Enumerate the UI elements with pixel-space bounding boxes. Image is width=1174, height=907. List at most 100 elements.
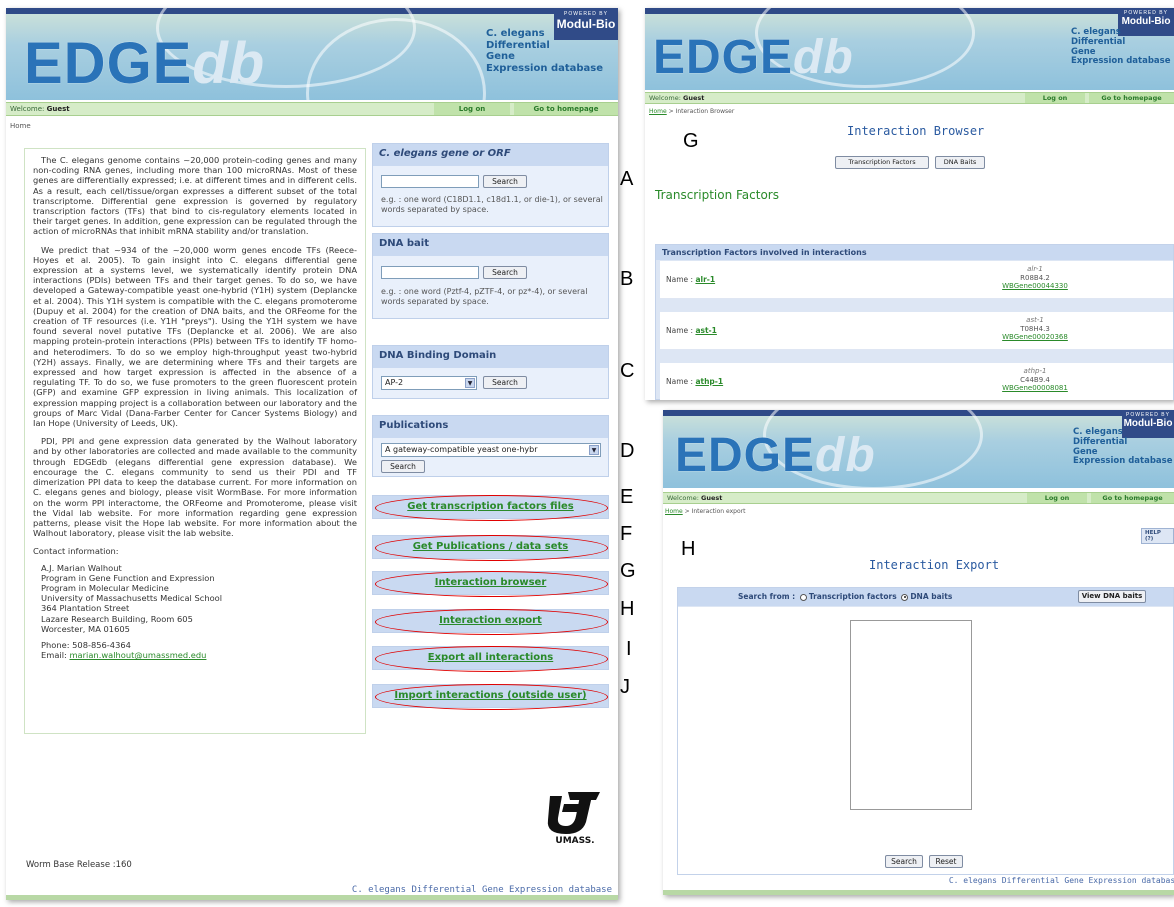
log-on-link[interactable]: Log on	[1025, 93, 1085, 103]
page-title: Interaction Export	[869, 558, 1000, 572]
table-row: Name : athp-1 athp-1 C44B9.4 WBGene00008…	[660, 363, 1173, 400]
publications-title: Publications	[373, 416, 608, 438]
dna-baits-button[interactable]: DNA Baits	[935, 156, 985, 169]
footer-line	[6, 895, 618, 900]
contact-title: Contact information:	[33, 546, 119, 557]
tagline-line4: Expression database	[486, 62, 604, 74]
label-f: F	[620, 523, 633, 545]
transcription-factors-button[interactable]: Transcription Factors	[835, 156, 929, 169]
logo-db-text: db	[192, 31, 266, 96]
footer-line	[663, 890, 1174, 895]
section-title: Transcription Factors	[655, 188, 779, 202]
logo-db-text: db	[793, 31, 854, 84]
header-banner: EDGEdb POWERED BY Modul-Bio C. elegans D…	[645, 8, 1174, 90]
contact-phone: Phone: 508-856-4364	[41, 639, 131, 650]
table-row: Name : alr-1 alr-1 R08B4.2 WBGene0004433…	[660, 261, 1173, 299]
edgedb-logo: EDGEdb	[653, 30, 854, 85]
interaction-browser-button[interactable]: Interaction browser	[372, 571, 609, 597]
publications-box: Publications A gateway-compatible yeast …	[372, 415, 609, 477]
welcome-label: Welcome: Guest	[10, 105, 70, 113]
gene-search-box: C. elegans gene or ORF Search e.g. : one…	[372, 143, 609, 227]
welcome-label: Welcome: Guest	[649, 94, 705, 102]
interaction-browser-panel: EDGEdb POWERED BY Modul-Bio C. elegans D…	[645, 8, 1174, 400]
umass-label: UMASS.	[555, 836, 595, 846]
wbgene-link[interactable]: WBGene00020368	[980, 333, 1090, 342]
gene-search-button[interactable]: Search	[483, 175, 527, 188]
welcome-bar: Welcome: Guest Log on Go to homepage	[645, 92, 1174, 104]
header-tagline: C. elegans Differential Gene Expression …	[1071, 27, 1171, 67]
logo-edge-text: EDGE	[24, 31, 193, 96]
email-link[interactable]: marian.walhout@umassmed.edu	[69, 650, 206, 660]
tf-name-link[interactable]: ast-1	[695, 326, 716, 335]
search-button[interactable]: Search	[885, 855, 923, 868]
interaction-export-button[interactable]: Interaction export	[372, 609, 609, 635]
publications-select[interactable]: A gateway-compatible yeast one-hybr ▼	[381, 443, 601, 457]
tf-name-link[interactable]: alr-1	[695, 275, 715, 284]
search-column: C. elegans gene or ORF Search e.g. : one…	[372, 143, 609, 753]
gene-search-input[interactable]	[381, 175, 479, 188]
label-i: I	[626, 638, 632, 660]
help-button[interactable]: HELP (?)	[1141, 528, 1174, 544]
log-on-link[interactable]: Log on	[434, 103, 510, 115]
label-d: D	[620, 440, 635, 462]
contact-line: 364 Plantation Street	[41, 603, 130, 614]
dna-baits-radio[interactable]	[901, 593, 909, 601]
tf-name: Name : ast-1	[666, 326, 717, 335]
wbgene-link[interactable]: WBGene00044330	[980, 282, 1090, 291]
contact-line: University of Massachusetts Medical Scho…	[41, 593, 223, 604]
breadcrumb[interactable]: Home	[10, 122, 31, 130]
go-to-homepage-link[interactable]: Go to homepage	[1091, 493, 1174, 503]
go-to-homepage-link[interactable]: Go to homepage	[514, 103, 618, 115]
highlight-oval	[375, 535, 608, 561]
breadcrumb-home-link[interactable]: Home	[665, 508, 683, 515]
modul-bio-label: Modul-Bio	[1121, 16, 1171, 27]
import-interactions-button[interactable]: Import interactions (outside user)	[372, 684, 609, 710]
label-h-export: H	[681, 538, 696, 560]
contact-email-row: Email: marian.walhout@umassmed.edu	[41, 650, 207, 661]
dna-bait-input[interactable]	[381, 266, 479, 279]
wbgene-link[interactable]: WBGene00008081	[980, 384, 1090, 393]
label-c: C	[620, 360, 635, 382]
intro-paragraph-1: The C. elegans genome contains ~20,000 p…	[33, 155, 357, 237]
publications-search-button[interactable]: Search	[381, 460, 425, 473]
export-footer: C. elegans Differential Gene Expression …	[948, 876, 1174, 885]
tf-radio[interactable]	[799, 593, 807, 601]
breadcrumb-home-link[interactable]: Home	[649, 108, 667, 115]
highlight-oval	[375, 571, 608, 597]
chevron-down-icon: ▼	[465, 378, 475, 388]
export-all-interactions-button[interactable]: Export all interactions	[372, 646, 609, 672]
view-dna-baits-button[interactable]: View DNA baits	[1078, 590, 1146, 603]
tf-info: ast-1 T08H4.3 WBGene00020368	[980, 316, 1090, 342]
tf-name: Name : athp-1	[666, 377, 724, 386]
table-row: Name : ast-1 ast-1 T08H4.3 WBGene0002036…	[660, 312, 1173, 350]
tf-radio-label: Transcription factors	[808, 592, 897, 601]
dbd-search-button[interactable]: Search	[483, 376, 527, 389]
dna-baits-listbox[interactable]	[850, 620, 972, 810]
contact-line: Program in Gene Function and Expression	[41, 572, 215, 583]
label-g: G	[620, 560, 636, 582]
search-from-row: Search from : Transcription factors DNA …	[738, 592, 953, 601]
gene-search-hint: e.g. : one word (C18D1.1, c18d1.1, or di…	[381, 195, 603, 214]
dbd-select[interactable]: AP-2 ▼	[381, 376, 477, 390]
umass-emblem-icon	[547, 792, 600, 834]
edgedb-logo: EDGEdb	[675, 428, 876, 483]
highlight-oval	[375, 495, 608, 521]
contact-line: Program in Molecular Medicine	[41, 582, 169, 593]
go-to-homepage-link[interactable]: Go to homepage	[1089, 93, 1174, 103]
interaction-export-panel: EDGEdb POWERED BY Modul-Bio C. elegans D…	[663, 410, 1174, 895]
get-publications-button[interactable]: Get Publications / data sets	[372, 535, 609, 561]
form-body: Search Reset	[678, 607, 1173, 874]
label-j: J	[620, 676, 630, 698]
chevron-down-icon: ▼	[589, 445, 599, 455]
header-banner: EDGEdb POWERED BY Modul-Bio C. elegans D…	[6, 8, 618, 100]
dna-bait-search-button[interactable]: Search	[483, 266, 527, 279]
tf-name-link[interactable]: athp-1	[695, 377, 723, 386]
get-tf-files-button[interactable]: Get transcription factors files	[372, 495, 609, 521]
label-b: B	[620, 268, 634, 290]
page-title: Interaction Browser	[847, 124, 985, 138]
contact-line: A.J. Marian Walhout	[41, 562, 122, 573]
reset-button[interactable]: Reset	[929, 855, 963, 868]
worm-base-release: Worm Base Release :160	[26, 860, 132, 870]
log-on-link[interactable]: Log on	[1027, 493, 1087, 503]
tagline-line4: Expression database	[1071, 56, 1171, 67]
